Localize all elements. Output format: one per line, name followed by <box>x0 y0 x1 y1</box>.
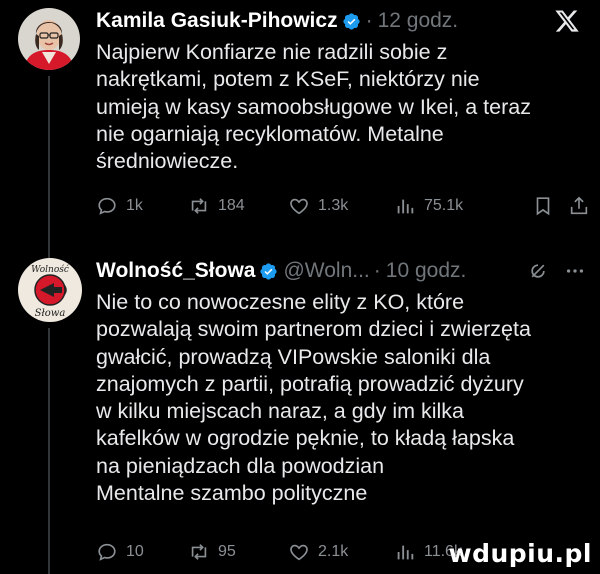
like-count: 2.1k <box>318 543 349 560</box>
grok-icon[interactable] <box>528 261 548 281</box>
repost-button[interactable]: 184 <box>188 195 288 217</box>
tweet-1[interactable]: Kamila Gasiuk-Pihowicz · 12 godz. Najpie… <box>0 0 600 248</box>
avatar[interactable]: Wolność Słowa <box>18 258 82 322</box>
repost-button[interactable]: 95 <box>188 541 288 563</box>
like-button[interactable]: 1.3k <box>288 195 394 217</box>
handle[interactable]: @Woln... <box>283 259 369 283</box>
reply-count: 1k <box>126 197 143 214</box>
bookmark-icon[interactable] <box>532 195 554 217</box>
thread-line <box>48 76 50 248</box>
repost-count: 95 <box>218 543 236 560</box>
views-icon <box>397 545 414 560</box>
reply-button[interactable]: 10 <box>96 541 188 563</box>
avatar-text-bottom: Słowa <box>35 308 66 319</box>
timestamp[interactable]: 10 godz. <box>386 259 467 283</box>
reply-button[interactable]: 1k <box>96 195 188 217</box>
separator: · <box>373 259 381 282</box>
heart-icon <box>290 544 308 561</box>
like-button[interactable]: 2.1k <box>288 541 394 563</box>
verified-badge-icon <box>342 12 360 30</box>
tweet-2[interactable]: Wolność Słowa Wolność_Słowa @Woln... · 1… <box>0 248 600 574</box>
repost-count: 184 <box>218 197 245 214</box>
share-icon[interactable] <box>568 195 590 217</box>
thread-line <box>48 328 50 574</box>
more-actions <box>532 195 590 217</box>
tweet-text: Najpierw Konfiarze nie radzili sobie z n… <box>96 40 531 174</box>
avatar-text-top: Wolność <box>31 264 70 275</box>
repost-icon <box>191 544 207 560</box>
repost-icon <box>191 198 207 214</box>
action-bar: 1k 184 1.3k 75.1k <box>96 192 590 220</box>
author-name[interactable]: Wolność_Słowa <box>96 259 255 283</box>
reply-icon <box>98 197 116 215</box>
tweet-header: Wolność_Słowa @Woln... · 10 godz. <box>96 254 586 288</box>
author-name[interactable]: Kamila Gasiuk-Pihowicz <box>96 9 338 33</box>
x-logo-icon[interactable] <box>554 8 580 34</box>
views-button[interactable]: 75.1k <box>394 195 494 217</box>
timestamp[interactable]: 12 godz. <box>378 9 459 33</box>
separator: · <box>365 9 373 32</box>
heart-icon <box>290 198 308 215</box>
views-icon <box>397 199 414 214</box>
watermark: wdupiu.pl <box>448 539 592 568</box>
tweet-text: Nie to co nowoczesne elity z KO, które p… <box>96 290 531 506</box>
verified-badge-icon <box>260 262 278 280</box>
more-options-icon[interactable] <box>564 260 586 282</box>
reply-count: 10 <box>126 543 144 560</box>
tweet-header: Kamila Gasiuk-Pihowicz · 12 godz. <box>96 4 586 38</box>
avatar[interactable] <box>18 8 80 70</box>
like-count: 1.3k <box>318 197 349 214</box>
reply-icon <box>98 543 116 561</box>
views-count: 75.1k <box>424 197 464 214</box>
